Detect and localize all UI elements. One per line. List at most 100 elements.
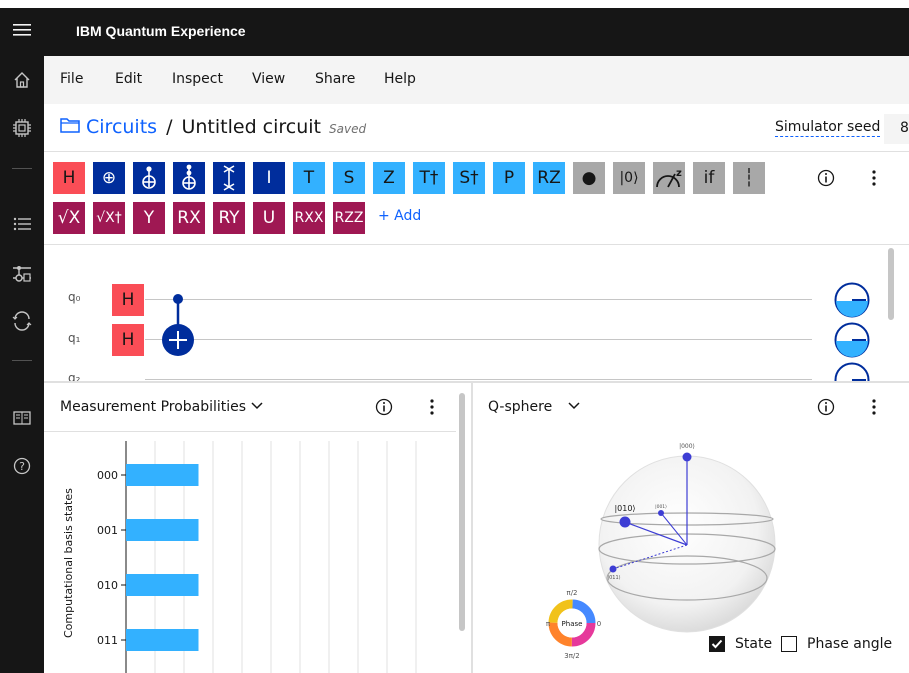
measure-icon: z bbox=[654, 166, 684, 190]
gate-s-button[interactable]: S† bbox=[453, 162, 485, 194]
gate-p-button[interactable]: P bbox=[493, 162, 525, 194]
list-icon[interactable] bbox=[0, 202, 44, 246]
gate-y-button[interactable]: Y bbox=[133, 202, 165, 234]
info-icon[interactable] bbox=[816, 397, 836, 417]
swap-gate-button[interactable] bbox=[213, 162, 245, 194]
gate-i-button[interactable]: I bbox=[253, 162, 285, 194]
phase-angle-toggle[interactable]: Phase angle bbox=[781, 636, 892, 652]
menu-help[interactable]: Help bbox=[384, 71, 416, 87]
panel-header-divider bbox=[44, 431, 456, 432]
gate-x-button[interactable]: √X† bbox=[93, 202, 125, 234]
app-title: IBM Quantum Experience bbox=[76, 23, 246, 39]
help-icon[interactable]: ? bbox=[0, 444, 44, 488]
hamburger-menu-icon[interactable] bbox=[0, 8, 44, 52]
state-point-001[interactable] bbox=[658, 510, 664, 516]
phase-angle-checkbox[interactable] bbox=[781, 636, 797, 652]
gate-z-button[interactable]: Z bbox=[373, 162, 405, 194]
book-icon[interactable] bbox=[0, 396, 44, 440]
probability-bar-011[interactable] bbox=[126, 629, 199, 651]
gate-0-button[interactable]: |0⟩ bbox=[613, 162, 645, 194]
h-gate-q1[interactable]: H bbox=[112, 324, 144, 356]
cnot-gate[interactable] bbox=[161, 290, 195, 356]
svg-text:?: ? bbox=[19, 460, 25, 473]
gate-rxx-button[interactable]: RXX bbox=[293, 202, 325, 234]
gate-label: Z bbox=[383, 168, 395, 188]
state-checkbox[interactable] bbox=[709, 636, 725, 652]
menu-inspect[interactable]: Inspect bbox=[172, 71, 223, 87]
sidebar: ? bbox=[0, 8, 44, 673]
menu-edit[interactable]: Edit bbox=[115, 71, 142, 87]
gate-u-button[interactable]: U bbox=[253, 202, 285, 234]
gate-t-button[interactable]: T bbox=[293, 162, 325, 194]
breadcrumb-bar: Circuits / Untitled circuit Saved Simula… bbox=[44, 104, 909, 152]
probability-bar-010[interactable] bbox=[126, 574, 199, 596]
gate-ry-button[interactable]: RY bbox=[213, 202, 245, 234]
top-gap bbox=[0, 0, 909, 8]
gate-label: ● bbox=[581, 168, 597, 188]
y-tick-label: 000 bbox=[97, 469, 118, 482]
chevron-down-icon[interactable] bbox=[250, 401, 264, 411]
simulator-seed-input[interactable]: 8 bbox=[884, 114, 909, 144]
gate-rz-button[interactable]: RZ bbox=[533, 162, 565, 194]
h-gate-q0[interactable]: H bbox=[112, 284, 144, 316]
toffoli-icon bbox=[179, 164, 199, 192]
overflow-menu-icon[interactable] bbox=[864, 168, 884, 188]
gate-if-button[interactable]: if bbox=[693, 162, 725, 194]
circuit-name[interactable]: Untitled circuit bbox=[181, 116, 321, 138]
overflow-menu-icon[interactable] bbox=[864, 397, 884, 417]
folder-icon bbox=[60, 116, 80, 138]
gate-label: RZZ bbox=[334, 210, 364, 226]
gate-label: S bbox=[343, 168, 355, 188]
phase-label: 0 bbox=[597, 620, 601, 628]
panel-title: Measurement Probabilities bbox=[60, 399, 247, 415]
menu-file[interactable]: File bbox=[60, 71, 83, 87]
breadcrumb-circuits-link[interactable]: Circuits bbox=[86, 116, 157, 138]
gate-h-button[interactable]: H bbox=[53, 162, 85, 194]
qubit-wire[interactable] bbox=[145, 339, 812, 340]
state-point-011[interactable] bbox=[609, 565, 617, 573]
composer-scrollbar[interactable] bbox=[888, 248, 894, 320]
circuit-composer-icon[interactable] bbox=[0, 251, 44, 295]
probability-bar-000[interactable] bbox=[126, 464, 199, 486]
breadcrumb-separator: / bbox=[166, 116, 173, 138]
probability-bar-001[interactable] bbox=[126, 519, 199, 541]
menu-share[interactable]: Share bbox=[315, 71, 355, 87]
measurement-probability-indicator bbox=[834, 322, 870, 358]
state-point-010[interactable] bbox=[619, 516, 631, 528]
home-icon[interactable] bbox=[0, 58, 44, 102]
gate-label: RY bbox=[218, 208, 240, 228]
gate-label: P bbox=[503, 168, 515, 188]
info-icon[interactable] bbox=[374, 397, 394, 417]
state-point-000[interactable] bbox=[682, 452, 692, 462]
gate-symbol-button[interactable]: ⊕ bbox=[93, 162, 125, 194]
gate-symbol-button[interactable]: ┆ bbox=[733, 162, 765, 194]
menu-view[interactable]: View bbox=[252, 71, 285, 87]
simulator-seed-label[interactable]: Simulator seed bbox=[775, 119, 881, 137]
qubit-wire[interactable] bbox=[145, 379, 812, 380]
gate-t-button[interactable]: T† bbox=[413, 162, 445, 194]
gate-rx-button[interactable]: RX bbox=[173, 202, 205, 234]
gate-s-button[interactable]: S bbox=[333, 162, 365, 194]
gate-symbol-button[interactable]: ● bbox=[573, 162, 605, 194]
qubit-wire[interactable] bbox=[145, 299, 812, 300]
controlled-not-gate-button[interactable] bbox=[133, 162, 165, 194]
info-icon[interactable] bbox=[816, 168, 836, 188]
add-gate-button[interactable]: + Add bbox=[378, 208, 421, 224]
state-checkbox-label: State bbox=[735, 636, 773, 652]
measurement-probability-indicator bbox=[834, 282, 870, 318]
gate-label: Y bbox=[143, 208, 155, 228]
panel-title: Q-sphere bbox=[488, 399, 553, 415]
chip-icon[interactable] bbox=[0, 106, 44, 150]
probabilities-scrollbar[interactable] bbox=[459, 393, 465, 631]
measure-gate-button[interactable]: z bbox=[653, 162, 685, 194]
state-label: |000⟩ bbox=[679, 443, 695, 450]
toffoli-gate-button[interactable] bbox=[173, 162, 205, 194]
gate-rzz-button[interactable]: RZZ bbox=[333, 202, 365, 234]
sync-icon[interactable] bbox=[0, 299, 44, 343]
chevron-down-icon[interactable] bbox=[567, 401, 581, 411]
qubit-label: q₁ bbox=[68, 331, 81, 345]
state-toggle[interactable]: State bbox=[709, 636, 772, 652]
overflow-menu-icon[interactable] bbox=[422, 397, 442, 417]
gate-x-button[interactable]: √X bbox=[53, 202, 85, 234]
state-label: |001⟩ bbox=[655, 504, 667, 510]
